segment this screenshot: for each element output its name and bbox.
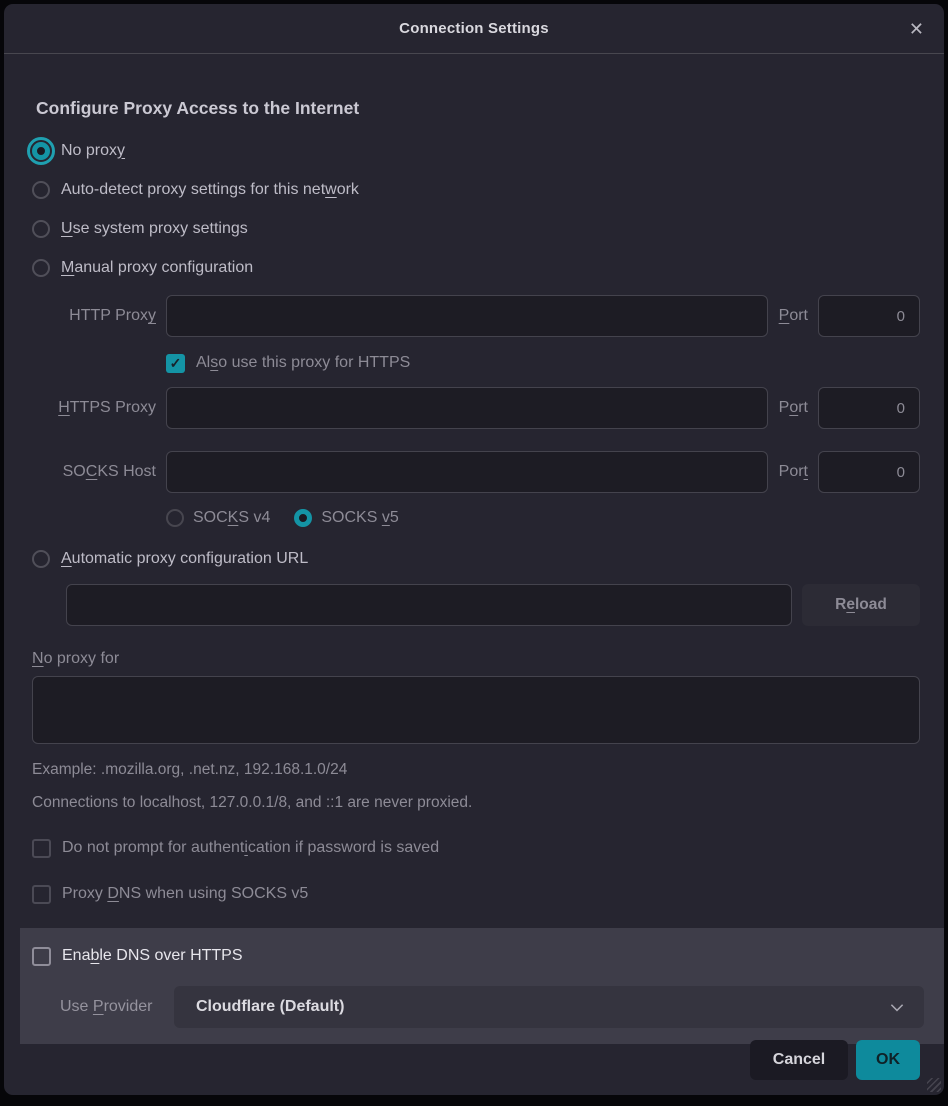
radio-row-autodetect[interactable]: Auto-detect proxy settings for this netw…	[32, 170, 920, 209]
radio-manual-proxy-label: Manual proxy configuration	[61, 259, 253, 277]
no-prompt-auth-checkbox[interactable]	[32, 839, 51, 858]
page-title: Configure Proxy Access to the Internet	[36, 98, 920, 119]
socks-port-input[interactable]	[818, 451, 920, 493]
radio-system-proxy[interactable]	[32, 220, 50, 238]
radio-autodetect-label: Auto-detect proxy settings for this netw…	[61, 181, 359, 199]
radio-no-proxy[interactable]	[32, 142, 50, 160]
doh-section: Enable DNS over HTTPS Use Provider Cloud…	[20, 928, 944, 1044]
enable-doh-label: Enable DNS over HTTPS	[62, 947, 243, 965]
no-proxy-for-label: No proxy for	[32, 650, 920, 668]
use-provider-label: Use Provider	[60, 998, 174, 1016]
check-icon: ✓	[170, 355, 182, 372]
share-proxy-label: Also use this proxy for HTTPS	[196, 354, 410, 372]
socks-host-row: SOCKS Host Port	[32, 451, 920, 493]
radio-autodetect[interactable]	[32, 181, 50, 199]
reload-button[interactable]: Reload	[802, 584, 920, 626]
https-proxy-row: HTTPS Proxy Port	[32, 387, 920, 429]
radio-row-auto-url[interactable]: Automatic proxy configuration URL	[32, 539, 920, 578]
socks-v5-label: SOCKS v5	[321, 509, 398, 527]
radio-socks-v5[interactable]	[294, 509, 312, 527]
proxy-dns-label: Proxy DNS when using SOCKS v5	[62, 885, 308, 903]
localhost-note: Connections to localhost, 127.0.0.1/8, a…	[32, 794, 920, 812]
auto-url-row: Reload	[66, 584, 920, 626]
radio-auto-url[interactable]	[32, 550, 50, 568]
socks-version-row: SOCKS v4 SOCKS v5	[166, 503, 920, 533]
radio-socks-v4[interactable]	[166, 509, 184, 527]
http-port-label: Port	[768, 307, 818, 325]
no-prompt-auth-label: Do not prompt for authentication if pass…	[62, 839, 439, 857]
https-proxy-label: HTTPS Proxy	[32, 399, 166, 417]
https-port-label: Port	[768, 399, 818, 417]
https-proxy-input[interactable]	[166, 387, 768, 429]
provider-dropdown-value: Cloudflare (Default)	[196, 998, 888, 1016]
http-port-input[interactable]	[818, 295, 920, 337]
http-proxy-row: HTTP Proxy Port	[32, 295, 920, 337]
proxy-dns-row[interactable]: Proxy DNS when using SOCKS v5	[32, 880, 920, 908]
enable-doh-row[interactable]: Enable DNS over HTTPS	[32, 942, 924, 970]
socks-host-label: SOCKS Host	[32, 463, 166, 481]
chevron-down-icon	[888, 998, 906, 1016]
socks-port-label: Port	[768, 463, 818, 481]
connection-settings-dialog: Connection Settings ✕ Configure Proxy Ac…	[4, 4, 944, 1095]
dialog-content: Configure Proxy Access to the Internet N…	[4, 54, 944, 1044]
http-proxy-input[interactable]	[166, 295, 768, 337]
radio-system-proxy-label: Use system proxy settings	[61, 220, 248, 238]
dialog-title: Connection Settings	[399, 20, 549, 37]
radio-auto-url-label: Automatic proxy configuration URL	[61, 550, 308, 568]
no-prompt-auth-row[interactable]: Do not prompt for authentication if pass…	[32, 834, 920, 862]
no-proxy-for-textarea[interactable]	[32, 676, 920, 744]
auto-url-input[interactable]	[66, 584, 792, 626]
provider-row: Use Provider Cloudflare (Default)	[32, 986, 924, 1028]
dialog-titlebar: Connection Settings ✕	[4, 4, 944, 54]
http-proxy-label: HTTP Proxy	[32, 307, 166, 325]
proxy-dns-checkbox[interactable]	[32, 885, 51, 904]
radio-manual-proxy[interactable]	[32, 259, 50, 277]
example-note: Example: .mozilla.org, .net.nz, 192.168.…	[32, 761, 920, 779]
resize-grip[interactable]	[927, 1078, 941, 1092]
radio-row-manual[interactable]: Manual proxy configuration	[32, 248, 920, 287]
close-icon[interactable]: ✕	[909, 20, 924, 38]
radio-no-proxy-label: No proxy	[61, 142, 125, 160]
socks-host-input[interactable]	[166, 451, 768, 493]
socks-v4-label: SOCKS v4	[193, 509, 270, 527]
radio-row-system[interactable]: Use system proxy settings	[32, 209, 920, 248]
share-proxy-row[interactable]: ✓ Also use this proxy for HTTPS	[166, 349, 920, 377]
radio-row-no-proxy[interactable]: No proxy	[32, 131, 920, 170]
share-proxy-checkbox[interactable]: ✓	[166, 354, 185, 373]
https-port-input[interactable]	[818, 387, 920, 429]
enable-doh-checkbox[interactable]	[32, 947, 51, 966]
socks-v4-option[interactable]: SOCKS v4	[166, 509, 270, 527]
provider-dropdown[interactable]: Cloudflare (Default)	[174, 986, 924, 1028]
cancel-button[interactable]: Cancel	[750, 1040, 848, 1080]
socks-v5-option[interactable]: SOCKS v5	[294, 509, 398, 527]
ok-button[interactable]: OK	[856, 1040, 920, 1080]
dialog-footer: Cancel OK	[750, 1040, 920, 1080]
